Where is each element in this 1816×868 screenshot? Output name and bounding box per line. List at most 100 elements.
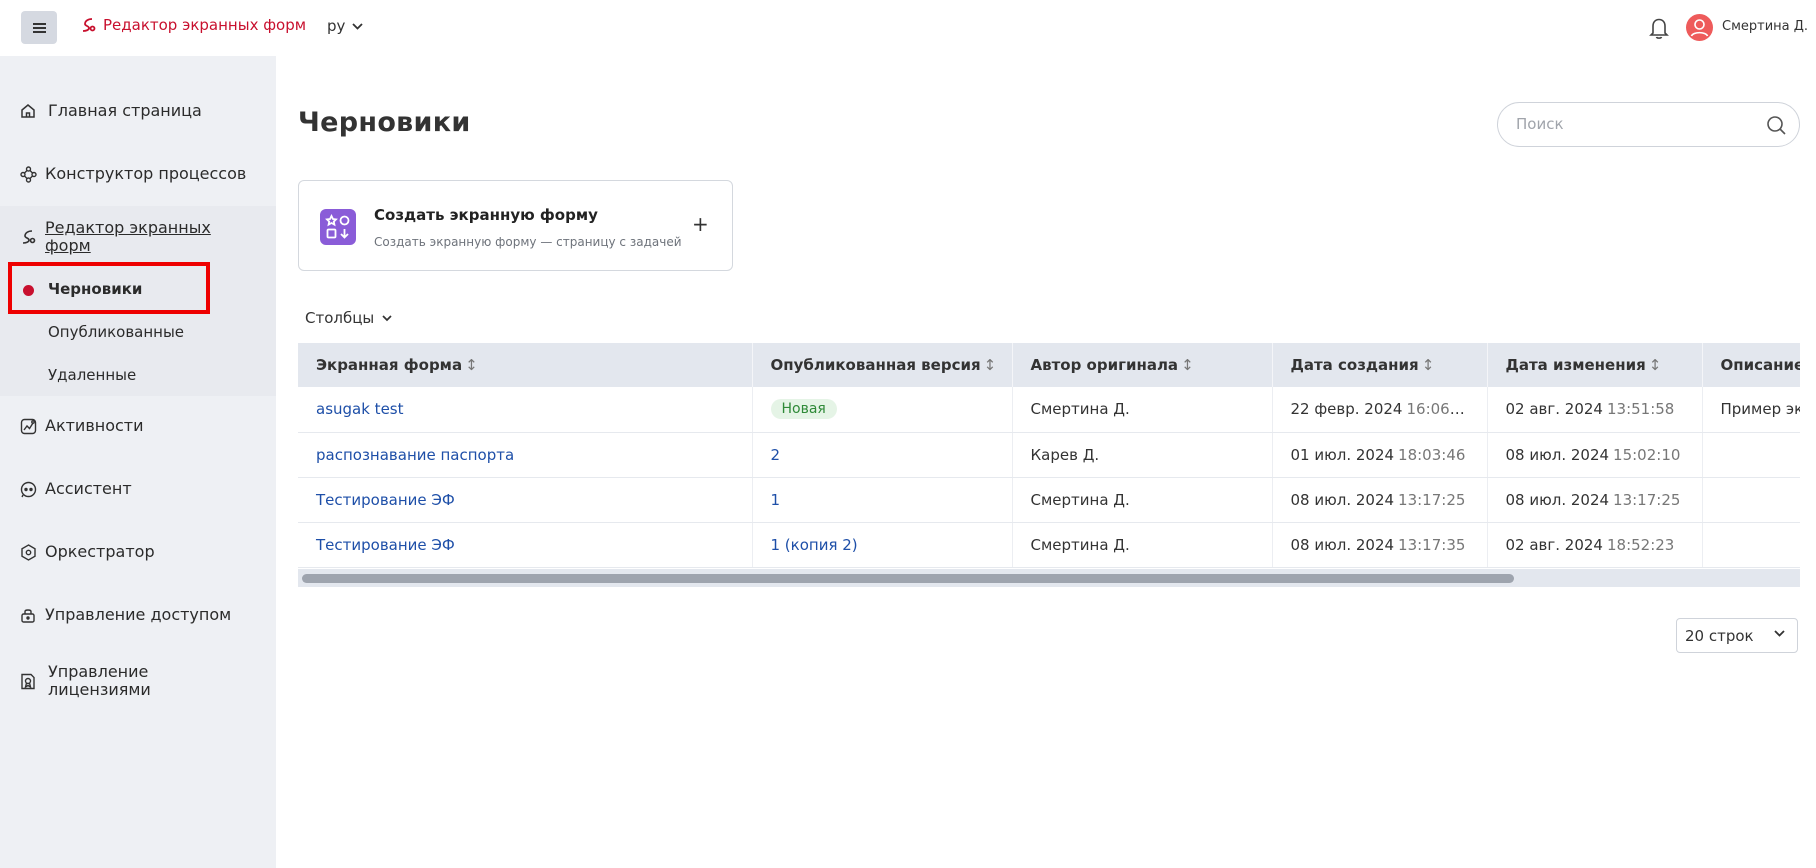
- table-row[interactable]: Тестирование ЭФ 1 Смертина Д. 08 июл. 2024 1…: [298, 477, 1800, 523]
- author-name: Карев Д.: [1030, 445, 1100, 464]
- language-selector[interactable]: ру: [327, 17, 364, 35]
- col-header-form[interactable]: Экранная форма ↕: [298, 343, 753, 387]
- search-icon[interactable]: [1766, 115, 1787, 140]
- sort-icon[interactable]: ↕: [1181, 356, 1194, 374]
- table-row[interactable]: Тестирование ЭФ 1 (копия 2) Смертина Д. 08 …: [298, 522, 1800, 568]
- cell-published-version: 1 (копия 2): [752, 522, 1013, 568]
- columns-dropdown[interactable]: Столбцы: [305, 309, 392, 327]
- sidebar-item-label: Ассистент: [45, 479, 132, 498]
- column-header-label: Автор оригинала: [1030, 356, 1179, 374]
- column-header-label: Опубликованная версия: [770, 356, 981, 374]
- sidebar-item-label: Редактор экранных форм: [45, 218, 211, 255]
- sidebar-item-label: Управление лицензиями: [48, 662, 151, 699]
- activity-icon: [19, 417, 37, 435]
- search-input[interactable]: [1516, 115, 1756, 133]
- col-header-created[interactable]: Дата создания ↕: [1272, 343, 1488, 387]
- column-header-label: Описание: [1720, 356, 1801, 374]
- home-icon: [19, 102, 37, 120]
- created-time: 18:03:46: [1398, 445, 1466, 464]
- create-form-card[interactable]: Создать экранную форму Создать экранную …: [298, 180, 733, 271]
- sidebar-item-orchestrator[interactable]: Оркестратор: [0, 542, 276, 562]
- create-form-subtitle: Создать экранную форму — страницу с зада…: [374, 235, 682, 249]
- cell-created: 22 февр. 2024 16:06:...: [1272, 387, 1488, 433]
- sidebar-item-home[interactable]: Главная страница: [0, 101, 276, 121]
- sidebar-item-access-management[interactable]: Управление доступом: [0, 605, 276, 625]
- modified-date: 08 июл. 2024: [1505, 490, 1610, 509]
- orchestrator-icon: [19, 543, 37, 561]
- sort-icon[interactable]: ↕: [1422, 356, 1435, 374]
- column-header-label: Дата создания: [1290, 356, 1419, 374]
- form-name-link[interactable]: Тестирование ЭФ: [316, 491, 455, 509]
- version-link[interactable]: 1: [771, 491, 781, 509]
- sidebar-item-assistant[interactable]: Ассистент: [0, 479, 276, 499]
- cell-author: Карев Д.: [1012, 432, 1273, 478]
- cell-created: 08 июл. 2024 13:17:35: [1272, 522, 1488, 568]
- modified-time: 13:51:58: [1606, 400, 1675, 419]
- form-editor-icon: [19, 228, 37, 246]
- version-link[interactable]: 1 (копия 2): [771, 536, 858, 554]
- col-header-description[interactable]: Описание↕: [1702, 343, 1800, 387]
- cell-modified: 08 июл. 2024 15:02:10: [1487, 432, 1703, 478]
- chevron-down-icon: [382, 314, 392, 321]
- rows-per-page-label: 20 строк: [1685, 627, 1754, 645]
- form-name-link[interactable]: распознавание паспорта: [316, 446, 514, 464]
- created-date: 22 февр. 2024: [1290, 400, 1403, 419]
- sidebar-item-label: Активности: [45, 416, 144, 435]
- table-row[interactable]: asugak test Новая Смертина Д. 22 февр. 2024…: [298, 387, 1800, 433]
- user-name[interactable]: Смертина Д.: [1722, 19, 1816, 34]
- author-name: Смертина Д.: [1030, 490, 1130, 509]
- col-header-author[interactable]: Автор оригинала ↕: [1012, 343, 1273, 387]
- modified-date: 02 авг. 2024: [1505, 535, 1603, 554]
- column-header-label: Дата изменения: [1505, 356, 1646, 374]
- cell-description: [1702, 432, 1800, 478]
- author-name: Смертина Д.: [1030, 400, 1130, 419]
- app-name: Редактор экранных форм: [103, 16, 307, 34]
- created-time: 13:17:35: [1398, 535, 1466, 554]
- menu-toggle-button[interactable]: [21, 11, 57, 44]
- cell-description: [1702, 477, 1800, 523]
- bell-icon: [1649, 18, 1669, 39]
- cell-published-version: 1: [752, 477, 1013, 523]
- form-name-link[interactable]: asugak test: [316, 400, 404, 418]
- avatar[interactable]: [1686, 14, 1713, 41]
- sort-icon[interactable]: ↕: [1649, 356, 1662, 374]
- scrollbar-thumb[interactable]: [302, 574, 1514, 583]
- assistant-icon: [19, 480, 37, 498]
- modified-date: 08 июл. 2024: [1505, 445, 1610, 464]
- search-box[interactable]: [1497, 102, 1800, 147]
- sort-icon[interactable]: ↕: [465, 356, 478, 374]
- license-icon: [19, 672, 37, 690]
- author-name: Смертина Д.: [1030, 535, 1130, 554]
- rows-per-page-select[interactable]: 20 строк: [1676, 618, 1798, 653]
- col-header-modified[interactable]: Дата изменения ↕: [1487, 343, 1703, 387]
- notifications-button[interactable]: [1648, 16, 1670, 44]
- modified-time: 18:52:23: [1606, 535, 1675, 554]
- sort-icon[interactable]: ↕: [984, 356, 997, 374]
- hamburger-icon: [32, 22, 46, 33]
- col-header-published-version[interactable]: Опубликованная версия ↕: [752, 343, 1013, 387]
- app-brand[interactable]: Редактор экранных форм: [80, 16, 306, 34]
- modified-date: 02 авг. 2024: [1505, 400, 1603, 419]
- cell-modified: 02 авг. 2024 13:51:58: [1487, 387, 1703, 433]
- sidebar-item-activities[interactable]: Активности: [0, 416, 276, 436]
- cell-created: 01 июл. 2024 18:03:46: [1272, 432, 1488, 478]
- sidebar-item-license-management[interactable]: Управление лицензиями: [0, 661, 276, 701]
- sidebar-item-form-editor[interactable]: Редактор экранных форм: [0, 217, 276, 257]
- sidebar-subitem-published[interactable]: Опубликованные: [48, 323, 184, 341]
- table-row[interactable]: распознавание паспорта 2 Карев Д. 01 июл. 2…: [298, 432, 1800, 478]
- modified-time: 15:02:10: [1613, 445, 1681, 464]
- cell-published-version: Новая: [752, 387, 1013, 433]
- version-link[interactable]: 2: [771, 446, 781, 464]
- sidebar-item-process-constructor[interactable]: Конструктор процессов: [0, 164, 276, 184]
- sidebar-subitem-deleted[interactable]: Удаленные: [48, 366, 136, 384]
- created-time: 13:17:25: [1398, 490, 1466, 509]
- sidebar-item-label: Управление доступом: [45, 605, 232, 624]
- cell-description: Пример экр: [1702, 387, 1800, 433]
- cell-created: 08 июл. 2024 13:17:25: [1272, 477, 1488, 523]
- cell-description: [1702, 522, 1800, 568]
- modified-time: 13:17:25: [1613, 490, 1681, 509]
- horizontal-scrollbar[interactable]: [298, 569, 1800, 587]
- form-editor-icon: [82, 17, 96, 32]
- form-name-link[interactable]: Тестирование ЭФ: [316, 536, 455, 554]
- add-form-button[interactable]: +: [692, 212, 709, 236]
